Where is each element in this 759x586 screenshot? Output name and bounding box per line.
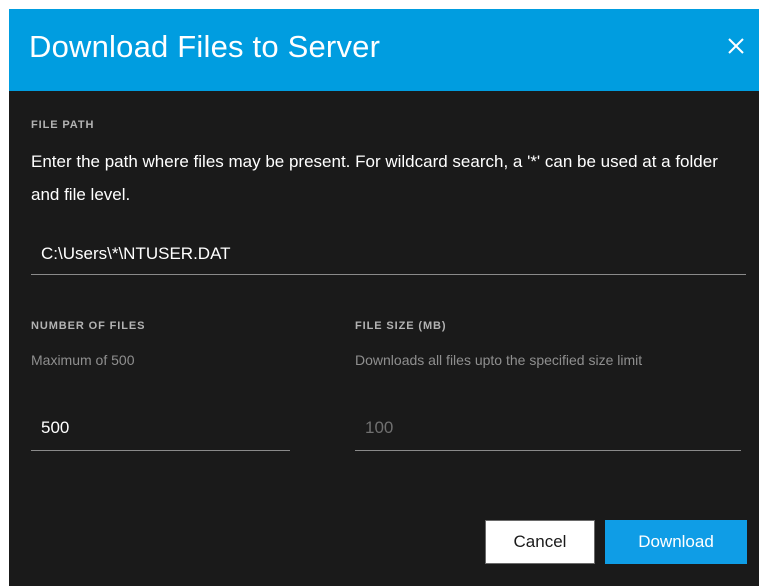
file-size-label: FILE SIZE (MB) [355,320,447,332]
dialog-title: Download Files to Server [29,29,381,64]
file-size-input[interactable] [355,405,741,451]
file-size-hint: Downloads all files upto the specified s… [355,352,643,368]
download-files-dialog: Download Files to Server FILE PATH Enter… [9,9,759,586]
download-button[interactable]: Download [605,520,747,564]
dialog-header: Download Files to Server [9,9,759,91]
number-of-files-label: NUMBER OF FILES [31,320,146,332]
file-path-description: Enter the path where files may be presen… [31,152,718,204]
file-path-input[interactable] [31,233,746,275]
number-of-files-hint: Maximum of 500 [31,352,135,368]
cancel-button[interactable]: Cancel [485,520,595,564]
close-icon[interactable] [721,31,751,61]
close-icon-graphic [728,38,744,54]
file-path-label: FILE PATH [31,119,95,131]
number-of-files-input[interactable] [31,405,290,451]
